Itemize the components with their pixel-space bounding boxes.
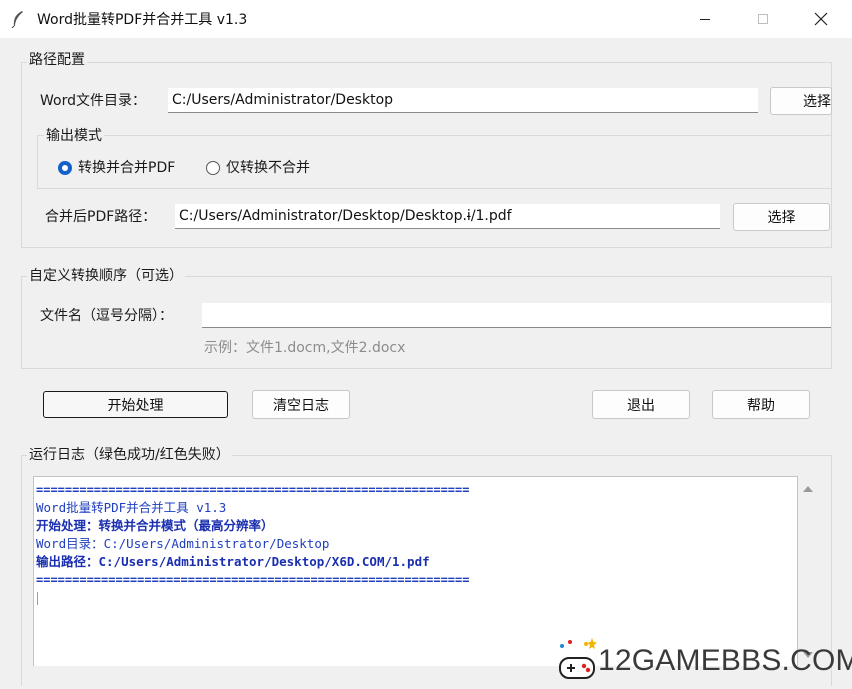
radio-convert-merge[interactable]: 转换并合并PDF <box>58 159 175 177</box>
log-title: 运行日志（绿色成功/红色失败） <box>27 446 232 464</box>
filename-label: 文件名（逗号分隔）： <box>40 308 173 324</box>
merged-path-select-button[interactable]: 选择 <box>733 203 830 231</box>
path-config-title: 路径配置 <box>27 51 87 69</box>
merged-path-label: 合并后PDF路径： <box>45 209 157 225</box>
radio-selected-icon <box>58 161 72 175</box>
scroll-up-icon[interactable] <box>800 480 816 496</box>
maximize-icon <box>758 14 768 24</box>
log-line: Word批量转PDF并合并工具 v1.3 <box>36 500 227 515</box>
log-separator-top: ========================================… <box>36 483 470 497</box>
log-cursor-line <box>36 589 795 610</box>
log-separator-bottom: ========================================… <box>36 573 470 587</box>
exit-button[interactable]: 退出 <box>592 390 690 419</box>
maximize-button[interactable] <box>734 0 792 38</box>
merged-path-input[interactable] <box>175 204 720 229</box>
minimize-button[interactable] <box>676 0 734 38</box>
custom-order-title: 自定义转换顺序（可选） <box>27 267 185 285</box>
help-button[interactable]: 帮助 <box>712 390 810 419</box>
text-cursor <box>37 592 38 605</box>
start-button[interactable]: 开始处理 <box>43 391 228 418</box>
close-button[interactable] <box>792 0 850 38</box>
filename-example-hint: 示例：文件1.docm,文件2.docx <box>204 340 406 356</box>
radio-convert-merge-label: 转换并合并PDF <box>78 160 176 176</box>
watermark: 12GAMEBBS.COM <box>556 636 852 686</box>
word-dir-label: Word文件目录： <box>40 93 146 109</box>
window-title: Word批量转PDF并合并工具 v1.3 <box>37 12 248 28</box>
filename-input[interactable] <box>202 303 831 328</box>
radio-convert-only[interactable]: 仅转换不合并 <box>206 159 310 177</box>
log-line: 开始处理：转换并合并模式（最高分辨率） <box>36 518 274 533</box>
clear-log-button[interactable]: 清空日志 <box>252 390 350 419</box>
log-line: Word目录：C:/Users/Administrator/Desktop <box>36 536 330 551</box>
radio-unselected-icon <box>206 161 220 175</box>
log-line: 输出路径：C:/Users/Administrator/Desktop/X6D.… <box>36 554 430 569</box>
gamepad-logo-icon <box>559 638 597 679</box>
word-dir-input[interactable] <box>168 88 758 113</box>
word-dir-select-button[interactable]: 选择 <box>770 87 832 115</box>
feather-icon <box>11 11 23 28</box>
close-icon <box>814 12 828 26</box>
watermark-text: 12GAMEBBS.COM <box>598 644 852 677</box>
title-bar[interactable]: Word批量转PDF并合并工具 v1.3 <box>0 0 852 38</box>
radio-convert-only-label: 仅转换不合并 <box>226 160 310 176</box>
output-mode-title: 输出模式 <box>44 127 104 145</box>
minimize-icon <box>700 19 710 20</box>
